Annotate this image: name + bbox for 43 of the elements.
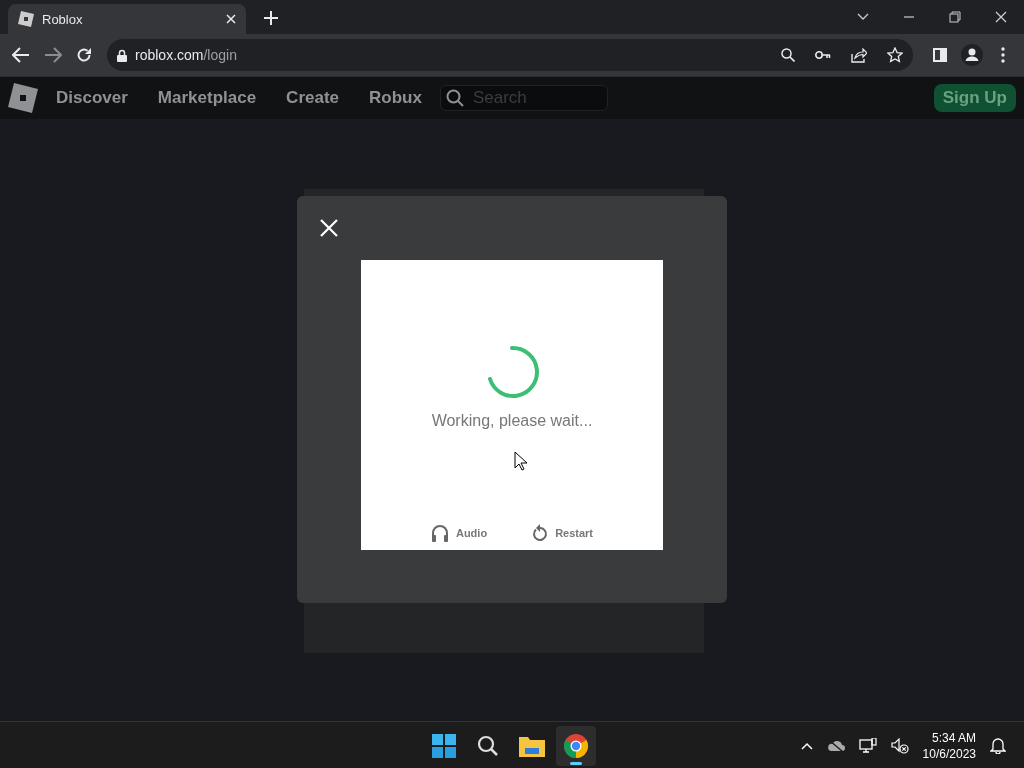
forward-icon[interactable] — [43, 47, 62, 63]
network-icon[interactable] — [858, 737, 877, 754]
url-path: /login — [203, 47, 237, 63]
restart-button[interactable]: Restart — [531, 524, 594, 542]
audio-button[interactable]: Audio — [430, 524, 488, 542]
cloud-icon[interactable] — [826, 738, 845, 753]
menu-icon[interactable] — [1001, 47, 1006, 63]
windows-logo-icon — [432, 734, 456, 758]
close-tab-icon[interactable] — [226, 14, 236, 24]
share-icon[interactable] — [851, 47, 867, 63]
lock-icon — [117, 48, 127, 62]
taskbar-app[interactable] — [556, 726, 596, 766]
roblox-logo-icon — [18, 11, 34, 27]
tab-title: Roblox — [42, 11, 84, 27]
notification-bell-icon[interactable] — [990, 737, 1006, 754]
chevron-up-icon[interactable] — [800, 741, 813, 750]
nav-link[interactable]: Create — [286, 88, 340, 108]
reload-icon[interactable] — [76, 47, 93, 63]
nav-link[interactable]: Marketplace — [157, 88, 257, 108]
nav-link[interactable]: Discover — [56, 88, 128, 108]
speaker-muted-icon[interactable] — [890, 737, 909, 754]
key-icon[interactable] — [815, 50, 831, 60]
roblox-logo-icon[interactable] — [8, 83, 38, 113]
profile-icon[interactable] — [960, 44, 983, 66]
nav-link[interactable]: Robux — [369, 88, 422, 108]
browser-tab[interactable]: Roblox — [8, 4, 246, 34]
folder-icon — [519, 735, 545, 757]
restart-icon — [531, 524, 549, 542]
new-tab-icon[interactable] — [264, 11, 278, 25]
back-icon[interactable] — [11, 47, 30, 63]
headphones-icon — [430, 524, 449, 542]
clock-date[interactable]: 10/6/2023 — [922, 745, 976, 762]
chrome-logo-icon — [563, 733, 589, 759]
side-panel-icon[interactable] — [932, 48, 947, 62]
zoom-icon[interactable] — [781, 48, 795, 62]
cursor-icon — [514, 451, 528, 471]
search-icon — [476, 734, 500, 758]
url-host: roblox.com — [135, 47, 204, 63]
star-icon[interactable] — [887, 47, 903, 63]
address-bar[interactable]: roblox.com/login — [107, 39, 913, 71]
sign-up-button[interactable]: Sign Up — [933, 84, 1016, 112]
status-text: Working, please wait... — [431, 412, 593, 430]
clock-time[interactable]: 5:34 AM — [931, 729, 976, 746]
